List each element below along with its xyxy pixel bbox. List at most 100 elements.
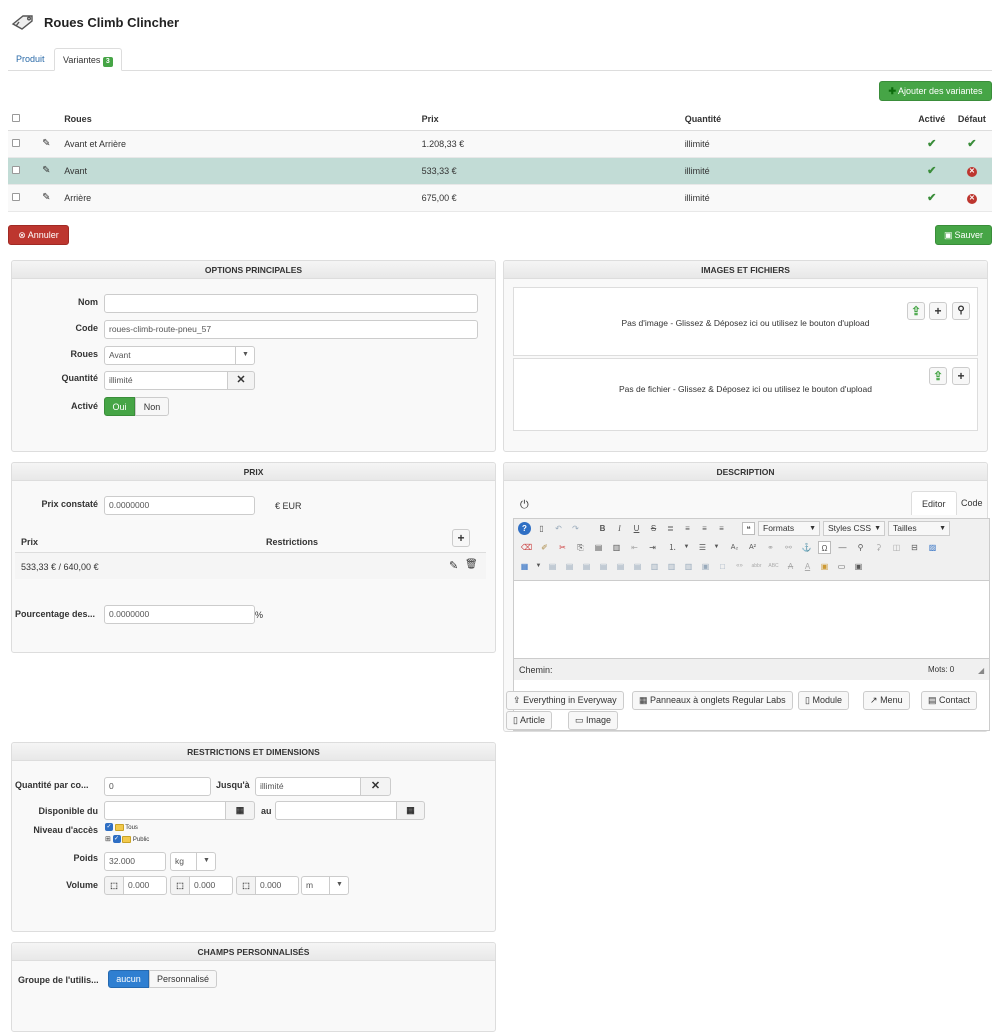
row-checkbox[interactable] [12, 192, 20, 201]
add-price-icon[interactable]: + [452, 529, 470, 547]
cell-props-icon[interactable]: ▤ [580, 560, 593, 573]
align-justify-icon[interactable]: ≣ [664, 522, 677, 535]
split-cells-icon[interactable]: ▣ [699, 560, 712, 573]
edit-pencil-icon[interactable]: ✎ [42, 165, 50, 176]
weight-field[interactable]: 32.000 [104, 852, 166, 871]
add-variants-button[interactable]: ✚ Ajouter des variantes [879, 81, 992, 101]
underline-icon[interactable]: U [630, 522, 643, 535]
redo-icon[interactable]: ↷ [569, 522, 582, 535]
until-field[interactable]: illimité [255, 777, 361, 796]
code-field[interactable]: roues-climb-route-pneu_57 [104, 320, 478, 339]
file-dropzone[interactable]: Pas de fichier - Glissez & Déposez ici o… [513, 358, 978, 431]
align-left-icon[interactable]: ≡ [698, 522, 711, 535]
resize-handle-icon[interactable]: ◢ [978, 666, 984, 675]
eraser-icon[interactable]: ⌫ [520, 541, 533, 554]
add-icon[interactable]: + [929, 302, 947, 320]
row-before-icon[interactable]: ▤ [597, 560, 610, 573]
calendar-icon[interactable]: ▦ [225, 801, 255, 820]
acronym-icon[interactable]: ABC [767, 560, 780, 573]
superscript-icon[interactable]: A² [746, 541, 759, 554]
power-icon[interactable]: ⏻ [520, 499, 529, 512]
horizontal-rule-icon[interactable]: — [836, 541, 849, 554]
clear-quantite-icon[interactable]: ✕ [227, 371, 255, 390]
row-props-icon[interactable]: ▤ [563, 560, 576, 573]
visual-aid-icon[interactable]: ▭ [835, 560, 848, 573]
tab-editor[interactable]: Editor [911, 491, 957, 515]
image-icon[interactable]: ▨ [926, 541, 939, 554]
cite-icon[interactable]: «» [733, 560, 746, 573]
copy-icon[interactable]: ⎘ [574, 541, 587, 554]
default-check-icon[interactable]: ✔ [967, 138, 976, 150]
blockquote-icon[interactable]: ❝ [742, 522, 755, 535]
checkbox-checked-icon[interactable]: ✓ [112, 835, 121, 844]
new-document-icon[interactable]: ▯ [535, 522, 548, 535]
undo-icon[interactable]: ↶ [552, 522, 565, 535]
active-check-icon[interactable]: ✔ [927, 192, 936, 204]
select-all-checkbox[interactable] [12, 113, 20, 122]
tab-code[interactable]: Code [951, 491, 993, 515]
cut-icon[interactable]: ✂ [556, 541, 569, 554]
quantite-field[interactable]: illimité [104, 371, 228, 390]
expand-icon[interactable]: ⊞ [105, 836, 111, 843]
help-icon[interactable]: ? [518, 522, 531, 535]
fullscreen-icon[interactable]: ▣ [852, 560, 865, 573]
add-icon[interactable]: + [952, 367, 970, 385]
everything-in-everyway-button[interactable]: ⇪ Everything in Everyway [506, 691, 624, 710]
row-checkbox[interactable] [12, 138, 20, 147]
bullet-list-icon[interactable]: ☰ [696, 541, 709, 554]
row-after-icon[interactable]: ▤ [614, 560, 627, 573]
col-after-icon[interactable]: ▥ [665, 560, 678, 573]
strikethrough-icon[interactable]: S [647, 522, 660, 535]
personnalise-option[interactable]: Personnalisé [149, 970, 217, 988]
image-dropzone[interactable]: Pas d'image - Glissez & Déposez ici ou u… [513, 287, 978, 356]
link-icon[interactable]: ⚲ [952, 302, 970, 320]
tabs-regular-labs-button[interactable]: ▦ Panneaux à onglets Regular Labs [632, 691, 793, 710]
non-option[interactable]: Non [135, 397, 169, 416]
editor-content-area[interactable] [514, 581, 989, 658]
qty-per-order-field[interactable]: 0 [104, 777, 211, 796]
row-checkbox[interactable] [12, 165, 20, 174]
pourcentage-field[interactable]: 0.0000000 [104, 605, 255, 624]
chevron-down-icon[interactable]: ▼ [329, 876, 349, 895]
roues-select[interactable]: Avant [104, 346, 255, 365]
clear-until-icon[interactable]: ✕ [360, 777, 391, 796]
nom-field[interactable] [104, 294, 478, 313]
oui-option[interactable]: Oui [104, 397, 135, 416]
article-button[interactable]: ▯ Article [506, 711, 552, 730]
align-right-icon[interactable]: ≡ [715, 522, 728, 535]
trash-icon[interactable]: 🗑 [465, 559, 478, 570]
chevron-down-icon[interactable]: ▼ [235, 346, 255, 365]
template-icon[interactable]: ▣ [818, 560, 831, 573]
anchor-icon[interactable]: ⚓ [800, 541, 813, 554]
subscript-icon[interactable]: A₂ [728, 541, 741, 554]
italic-icon[interactable]: I [613, 522, 626, 535]
outdent-icon[interactable]: ⇤ [628, 541, 641, 554]
access-tous-item[interactable]: ✓ Tous [105, 822, 149, 834]
module-button[interactable]: ▯ Module [798, 691, 849, 710]
pagebreak-icon[interactable]: ⊟ [908, 541, 921, 554]
volume-length-field[interactable]: 0.000 [123, 876, 167, 895]
find-icon[interactable]: ⚲ [854, 541, 867, 554]
tab-variantes[interactable]: Variantes 3 [54, 48, 122, 71]
delete-row-icon[interactable]: ▤ [631, 560, 644, 573]
brush-icon[interactable]: ✐ [538, 541, 551, 554]
media-icon[interactable]: ◫ [890, 541, 903, 554]
not-default-icon[interactable]: ✕ [966, 193, 977, 204]
special-char-icon[interactable]: Ω [818, 541, 831, 554]
chevron-down-icon[interactable]: ▼ [710, 541, 723, 554]
paste-text-icon[interactable]: ▥ [610, 541, 623, 554]
paste-icon[interactable]: ▤ [592, 541, 605, 554]
unlink-icon[interactable]: ⚯ [782, 541, 795, 554]
tab-produit[interactable]: Produit [8, 48, 53, 71]
del-icon[interactable]: A [784, 560, 797, 573]
edit-pencil-icon[interactable]: ✎ [449, 559, 458, 572]
aucun-option[interactable]: aucun [108, 970, 149, 988]
cancel-button[interactable]: ⊗ Annuler [8, 225, 69, 245]
menu-button[interactable]: ↗ Menu [863, 691, 910, 710]
bold-icon[interactable]: B [596, 522, 609, 535]
abbr-icon[interactable]: abbr [750, 560, 763, 573]
active-check-icon[interactable]: ✔ [927, 138, 936, 150]
indent-icon[interactable]: ⇥ [646, 541, 659, 554]
volume-width-field[interactable]: 0.000 [189, 876, 233, 895]
chevron-down-icon[interactable]: ▼ [680, 541, 693, 554]
